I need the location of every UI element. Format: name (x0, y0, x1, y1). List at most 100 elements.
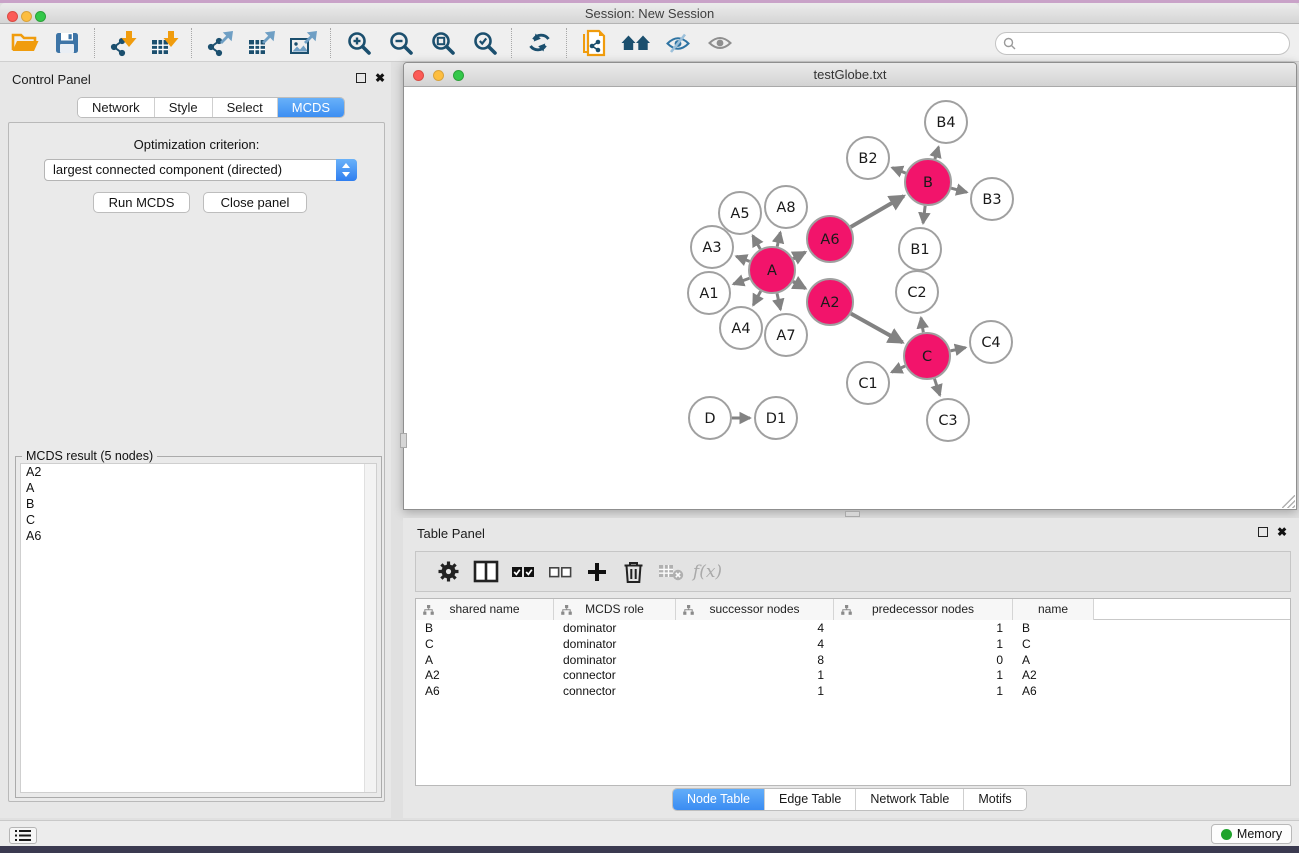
trash-icon[interactable] (615, 557, 652, 587)
app-titlebar: Session: New Session (0, 3, 1299, 24)
edge-A-A8[interactable] (777, 232, 780, 246)
export-image-icon[interactable] (282, 27, 324, 59)
edge-A2-C[interactable] (851, 314, 903, 343)
column-header-MCDS-role[interactable]: MCDS role (554, 599, 676, 620)
search-input[interactable] (1016, 35, 1289, 53)
edge-A-A3[interactable] (736, 256, 749, 261)
node-label-B: B (923, 175, 933, 191)
cell-MCDS-role: dominator (554, 652, 676, 668)
node-label-C3: C3 (938, 413, 957, 429)
node-label-A4: A4 (731, 321, 750, 337)
network-from-file-icon[interactable] (573, 27, 615, 59)
edge-B-B2[interactable] (892, 168, 906, 173)
export-network-icon[interactable] (198, 27, 240, 59)
task-history-button[interactable] (9, 827, 37, 844)
select-all-icon[interactable] (504, 557, 541, 587)
tab-network-table[interactable]: Network Table (856, 789, 964, 810)
result-list-item[interactable]: A2 (21, 464, 376, 480)
edge-C-C4[interactable] (950, 348, 965, 351)
edge-A-A5[interactable] (753, 236, 761, 249)
close-table-panel-icon[interactable]: ✖ (1277, 527, 1287, 537)
network-window-titlebar[interactable]: testGlobe.txt (404, 63, 1296, 87)
table-row[interactable]: A6connector11A6 (416, 683, 1290, 699)
tab-network[interactable]: Network (78, 98, 155, 117)
export-table-icon[interactable] (240, 27, 282, 59)
node-label-C4: C4 (981, 335, 1000, 351)
add-icon[interactable] (578, 557, 615, 587)
table-panel-title: Table Panel (417, 526, 485, 541)
result-list-item[interactable]: C (21, 512, 376, 528)
table-row[interactable]: A2connector11A2 (416, 667, 1290, 683)
network-canvas[interactable]: B4B2BB3A8A5A6A3B1AA1C2A2A4A7C4CC1C3DD1 (404, 88, 1296, 509)
close-panel-button[interactable]: Close panel (203, 192, 307, 213)
result-list-item[interactable]: B (21, 496, 376, 512)
toolbar-separator (330, 28, 331, 58)
column-header-predecessor-nodes[interactable]: predecessor nodes (834, 599, 1013, 620)
tab-edge-table[interactable]: Edge Table (765, 789, 856, 810)
mcds-result-group: MCDS result (5 nodes) A2ABCA6 (15, 456, 382, 798)
tab-style[interactable]: Style (155, 98, 213, 117)
cell-successor-nodes: 1 (676, 683, 834, 699)
table-row[interactable]: Bdominator41B (416, 620, 1290, 636)
search-box[interactable] (995, 32, 1290, 55)
dropdown-stepper-icon (336, 159, 357, 181)
toolbar-group (573, 27, 741, 59)
vertical-splitter-grip[interactable] (400, 433, 407, 448)
gear-icon[interactable] (430, 557, 467, 587)
horizontal-splitter-grip[interactable] (845, 511, 860, 517)
tab-mcds[interactable]: MCDS (278, 98, 344, 117)
tab-select[interactable]: Select (213, 98, 278, 117)
mcds-result-list[interactable]: A2ABCA6 (20, 463, 377, 793)
tab-motifs[interactable]: Motifs (964, 789, 1025, 810)
column-header-successor-nodes[interactable]: successor nodes (676, 599, 834, 620)
zoom-fit-icon[interactable] (421, 27, 463, 59)
optimization-dropdown[interactable]: largest connected component (directed) (44, 159, 357, 181)
node-label-C1: C1 (858, 376, 877, 392)
memory-button[interactable]: Memory (1211, 824, 1292, 844)
column-header-shared-name[interactable]: shared name (416, 599, 554, 620)
split-view-icon[interactable] (467, 557, 504, 587)
table-row[interactable]: Cdominator41C (416, 636, 1290, 652)
show-eye-icon[interactable] (699, 27, 741, 59)
edge-A-A2[interactable] (793, 282, 805, 289)
edge-A-A4[interactable] (753, 291, 760, 305)
toolbar-group (101, 27, 185, 59)
edge-A-A6[interactable] (793, 252, 805, 258)
column-header-name[interactable]: name (1013, 599, 1094, 620)
window-resize-grip[interactable] (1282, 495, 1295, 508)
import-table-icon[interactable] (143, 27, 185, 59)
edge-B-B1[interactable] (923, 206, 925, 223)
zoom-selected-icon[interactable] (463, 27, 505, 59)
deselect-all-icon[interactable] (541, 557, 578, 587)
float-table-panel-icon[interactable] (1258, 527, 1268, 537)
node-label-A1: A1 (699, 286, 718, 302)
cell-predecessor-nodes: 1 (834, 683, 1013, 699)
edge-A-A7[interactable] (777, 293, 780, 309)
table-row[interactable]: Adominator80A (416, 652, 1290, 668)
network-graph[interactable]: B4B2BB3A8A5A6A3B1AA1C2A2A4A7C4CC1C3DD1 (404, 88, 1296, 510)
open-folder-icon[interactable] (4, 27, 46, 59)
float-panel-icon[interactable] (356, 73, 366, 83)
zoom-in-icon[interactable] (337, 27, 379, 59)
edge-A6-B[interactable] (851, 196, 904, 227)
tab-node-table[interactable]: Node Table (673, 789, 765, 810)
edge-C-C3[interactable] (934, 379, 939, 395)
save-icon[interactable] (46, 27, 88, 59)
edge-C-C2[interactable] (921, 318, 923, 333)
close-panel-icon[interactable]: ✖ (375, 73, 385, 83)
edge-B-B4[interactable] (935, 147, 939, 159)
import-network-icon[interactable] (101, 27, 143, 59)
edge-B-B3[interactable] (951, 188, 967, 192)
run-mcds-button[interactable]: Run MCDS (93, 192, 190, 213)
result-list-item[interactable]: A6 (21, 528, 376, 544)
home-overview-icon[interactable] (615, 27, 657, 59)
result-list-scrollbar[interactable] (364, 464, 376, 792)
refresh-icon[interactable] (518, 27, 560, 59)
result-list-item[interactable]: A (21, 480, 376, 496)
table-tabs: Node TableEdge TableNetwork TableMotifs (672, 788, 1027, 811)
node-table[interactable]: shared nameMCDS rolesuccessor nodesprede… (415, 598, 1291, 786)
hide-eye-icon[interactable] (657, 27, 699, 59)
zoom-out-icon[interactable] (379, 27, 421, 59)
edge-C-C1[interactable] (892, 366, 906, 372)
edge-A-A1[interactable] (733, 278, 749, 284)
